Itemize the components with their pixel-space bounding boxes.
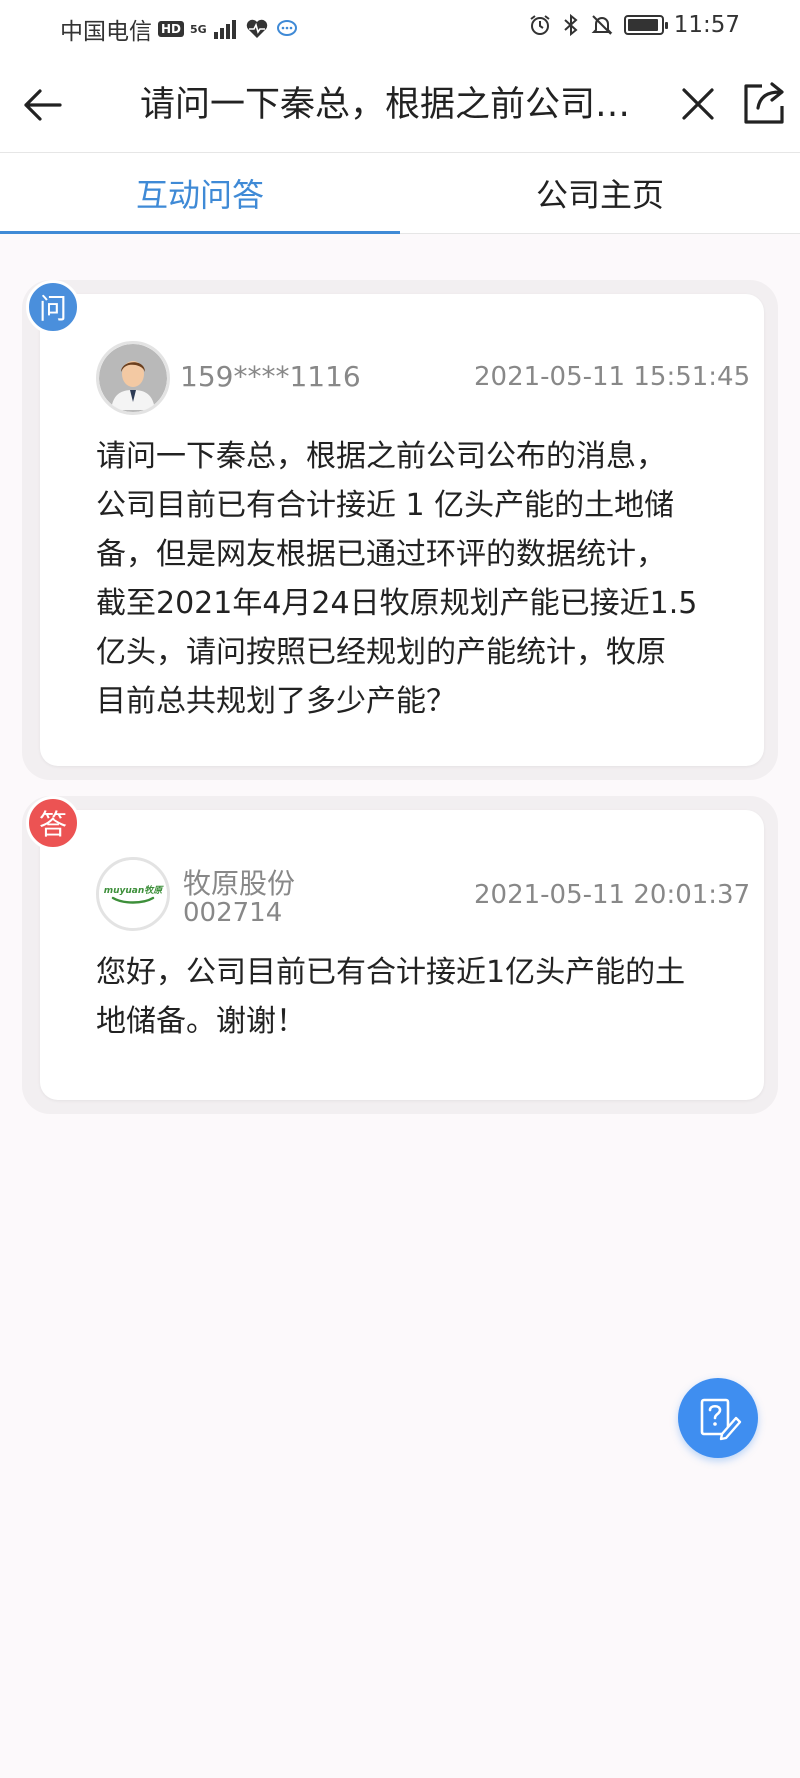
- signal-icon: [213, 20, 236, 39]
- tab-company-home[interactable]: 公司主页: [400, 153, 800, 233]
- answer-line: 您好，公司目前已有合计接近1亿头产能的土: [96, 955, 686, 990]
- logo-wordmark: muyuan牧原: [104, 885, 165, 896]
- person-icon: [99, 344, 167, 412]
- hd-icon: HD: [158, 21, 185, 37]
- network-label: 5G: [190, 22, 207, 36]
- bluetooth-icon: [564, 13, 578, 37]
- close-icon[interactable]: [676, 82, 720, 126]
- question-line: 亿头，请问按照已经规划的产能统计，牧原: [96, 635, 666, 670]
- status-bar: 中国电信 HD 5G 11:57: [0, 0, 800, 56]
- tab-bar: 互动问答 公司主页: [0, 152, 800, 234]
- question-line: 请问一下秦总，根据之前公司公布的消息，: [96, 439, 666, 474]
- question-line: 备，但是网友根据已通过环评的数据统计，: [96, 537, 666, 572]
- health-icon: [246, 19, 267, 38]
- asker-name: 159****1116: [180, 360, 361, 393]
- alarm-icon: [530, 15, 550, 35]
- user-avatar[interactable]: [96, 341, 170, 415]
- back-arrow-icon[interactable]: [18, 80, 68, 130]
- answer-badge: 答: [26, 796, 80, 850]
- question-badge: 问: [26, 280, 80, 334]
- tab-qa[interactable]: 互动问答: [0, 153, 400, 234]
- company-name: 牧原股份: [183, 867, 296, 900]
- page-title: 请问一下秦总，根据之前公司公布的消息，公司目前已有合计接近 1 亿头产能的土地储…: [140, 85, 660, 125]
- answer-line: 地储备。谢谢！: [96, 1004, 306, 1039]
- question-line: 公司目前已有合计接近 1 亿头产能的土地储: [96, 488, 675, 523]
- status-right: 11:57: [528, 12, 740, 38]
- muyuan-logo-icon: muyuan牧原: [99, 860, 167, 928]
- battery-icon: [623, 15, 668, 35]
- question-text: 请问一下秦总，根据之前公司公布的消息， 公司目前已有合计接近 1 亿头产能的土地…: [96, 432, 746, 726]
- clock-label: 11:57: [673, 12, 740, 38]
- question-line: 目前总共规划了多少产能？: [96, 684, 456, 719]
- status-left: 中国电信 HD 5G: [60, 12, 299, 46]
- mute-icon: [591, 15, 613, 35]
- title-bar: 请问一下秦总，根据之前公司公布的消息，公司目前已有合计接近 1 亿头产能的土地储…: [0, 56, 800, 152]
- share-icon[interactable]: [740, 78, 788, 128]
- company-code: 002714: [183, 898, 283, 928]
- answer-text: 您好，公司目前已有合计接近1亿头产能的土 地储备。谢谢！: [96, 948, 746, 1046]
- answer-timestamp: 2021-05-11 20:01:37: [474, 880, 751, 910]
- carrier-label: 中国电信: [60, 19, 152, 45]
- ask-question-button[interactable]: [678, 1378, 758, 1458]
- chat-icon: [276, 20, 297, 36]
- edit-question-icon: [700, 1398, 742, 1441]
- question-line: 截至2021年4月24日牧原规划产能已接近1.5: [96, 586, 698, 621]
- question-timestamp: 2021-05-11 15:51:45: [474, 362, 751, 392]
- company-logo[interactable]: muyuan牧原: [96, 857, 170, 931]
